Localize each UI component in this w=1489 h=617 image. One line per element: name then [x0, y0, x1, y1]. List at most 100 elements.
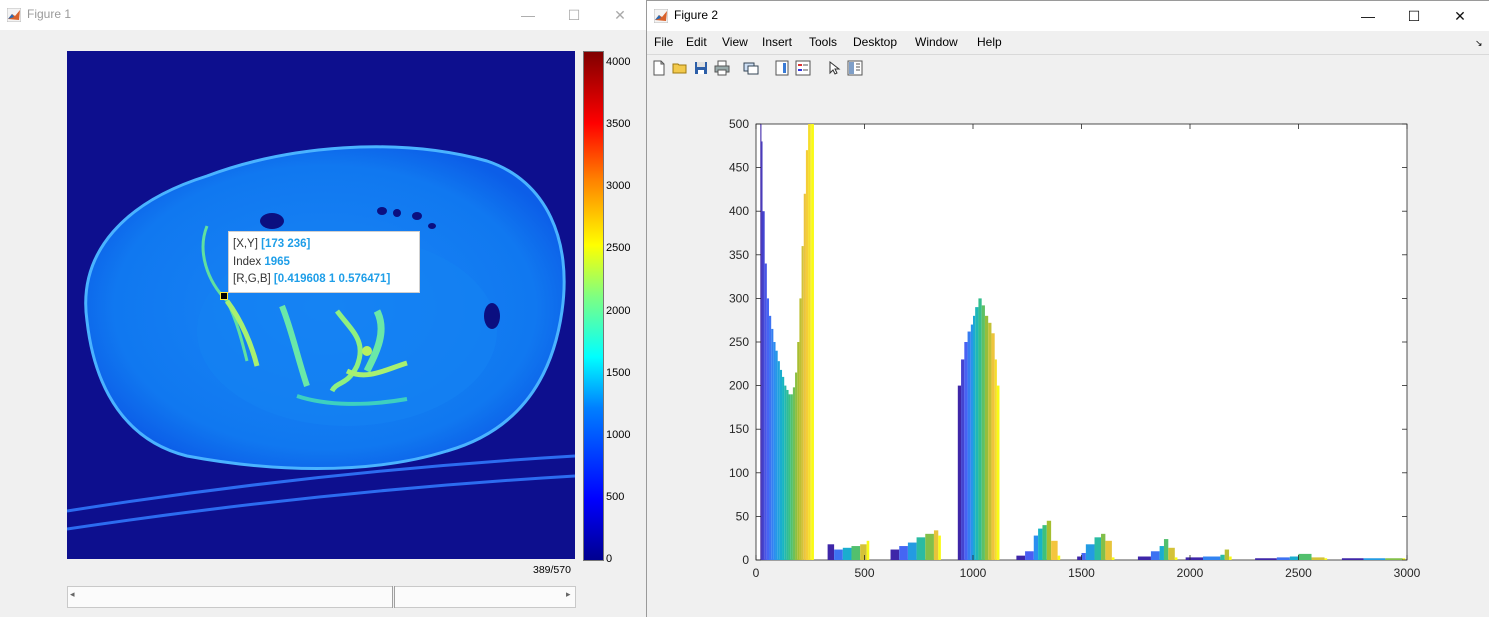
histogram-bar	[981, 305, 985, 560]
slider-thumb[interactable]	[392, 586, 395, 608]
slider-left-arrow-icon[interactable]: ◂	[70, 589, 75, 600]
histogram-bar	[775, 350, 778, 560]
histogram-bar	[991, 333, 995, 560]
histogram-bar	[1105, 540, 1112, 560]
histogram-bar	[988, 322, 992, 560]
menu-file[interactable]: File	[654, 35, 673, 49]
histogram-bar	[790, 394, 793, 560]
menu-edit[interactable]: Edit	[686, 35, 707, 49]
histogram-bar	[1111, 557, 1115, 560]
histogram-bar	[1324, 558, 1328, 560]
menu-window[interactable]: Window	[915, 35, 958, 49]
menu-bar: File Edit View Insert Tools Desktop Wind…	[647, 31, 1489, 54]
histogram-bar	[978, 298, 982, 560]
y-tick-label: 300	[729, 291, 749, 305]
print-icon[interactable]	[714, 60, 730, 76]
datatip-xy-row: [X,Y] [173 236]	[233, 236, 419, 254]
colorbar-tick-label: 3000	[606, 180, 631, 192]
datatip-marker[interactable]	[220, 292, 228, 300]
ct-slice-image[interactable]	[67, 51, 575, 559]
maximize-icon: ☐	[1407, 7, 1421, 24]
datatip-xy-label: [X,Y]	[233, 238, 258, 250]
histogram-bar	[1341, 558, 1364, 560]
maximize-button[interactable]: ☐	[551, 0, 597, 30]
datatip-rgb-row: [R,G,B] [0.419608 1 0.576471]	[233, 271, 419, 289]
y-tick-label: 150	[729, 422, 749, 436]
histogram-bar	[762, 211, 765, 560]
histogram-bar	[795, 372, 798, 560]
histogram-bar	[797, 342, 800, 560]
histogram-bar	[1085, 544, 1095, 560]
histogram-bar	[925, 533, 934, 560]
histogram-bar	[967, 331, 971, 560]
histogram-bar	[1229, 556, 1232, 560]
minimize-button[interactable]: —	[1345, 1, 1391, 31]
insert-legend-icon[interactable]	[795, 60, 811, 76]
link-plot-icon[interactable]	[743, 60, 759, 76]
histogram-bar	[1159, 546, 1164, 560]
colorbar[interactable]	[583, 51, 604, 561]
menu-insert[interactable]: Insert	[762, 35, 792, 49]
edit-plot-arrow-icon[interactable]	[826, 60, 842, 76]
save-icon[interactable]	[693, 60, 709, 76]
histogram-bar	[984, 315, 989, 560]
histogram-bar	[975, 307, 979, 560]
figure-1-titlebar: Figure 1 — ☐ ✕	[0, 0, 646, 30]
menu-help[interactable]: Help	[977, 35, 1002, 49]
histogram-bar	[1255, 558, 1277, 560]
figure-toolbar	[647, 54, 1489, 83]
histogram-bar	[1289, 556, 1299, 560]
histogram-bar	[1163, 539, 1169, 560]
y-tick-label: 50	[736, 509, 750, 523]
histogram-bar	[777, 361, 780, 560]
y-tick-label: 0	[742, 553, 749, 567]
histogram-bar	[1276, 557, 1290, 560]
dock-arrow-icon[interactable]: ↘	[1475, 38, 1483, 49]
maximize-icon: ☐	[567, 6, 581, 23]
menu-tools[interactable]: Tools	[809, 35, 837, 49]
minimize-button[interactable]: —	[505, 0, 551, 30]
histogram-bar	[842, 547, 852, 560]
histogram-bar	[1077, 556, 1082, 560]
histogram-bar	[805, 150, 809, 560]
histogram-bar	[970, 324, 973, 560]
slider-right-arrow-icon[interactable]: ▸	[566, 589, 571, 600]
histogram-bar	[792, 387, 796, 560]
slice-slider[interactable]	[67, 586, 576, 608]
histogram-bar	[1101, 533, 1106, 560]
histogram-bar	[1016, 555, 1026, 560]
histogram-bar	[827, 544, 835, 560]
histogram-bar	[801, 246, 804, 560]
colorbar-tick-label: 1500	[606, 367, 631, 379]
colorbar-tick-label: 2000	[606, 305, 631, 317]
datatip-index-label: Index	[233, 255, 262, 268]
histogram-bar	[1038, 528, 1043, 560]
histogram-bar	[810, 124, 812, 560]
histogram-bar	[761, 141, 763, 560]
close-button[interactable]: ✕	[597, 0, 643, 30]
new-figure-icon[interactable]	[651, 60, 667, 76]
histogram-bar	[957, 385, 962, 560]
histogram-bar	[1298, 553, 1312, 560]
histogram-bar	[899, 546, 908, 560]
open-file-icon[interactable]	[672, 60, 688, 76]
histogram-bar	[1025, 551, 1034, 560]
histogram-bar	[1150, 551, 1160, 560]
histogram-bar	[786, 389, 789, 560]
histogram-bar	[799, 298, 802, 560]
histogram-bar	[994, 359, 997, 560]
histogram-chart[interactable]: 0 500 1000 1500 2000 2500 3000 0 50 100 150 200 250 3…	[647, 81, 1489, 617]
histogram-bar	[771, 328, 774, 560]
property-inspector-icon[interactable]	[847, 60, 863, 76]
insert-colorbar-icon[interactable]	[774, 60, 790, 76]
datatip-box[interactable]: [X,Y] [173 236] Index 1965 [R,G,B] [0.41…	[228, 231, 420, 293]
maximize-button[interactable]: ☐	[1391, 1, 1437, 31]
colorbar-tick-label: 4000	[606, 56, 631, 68]
x-tick-label: 2000	[1177, 566, 1204, 580]
x-tick-label: 500	[854, 566, 874, 580]
menu-desktop[interactable]: Desktop	[853, 35, 897, 49]
histogram-bar	[1168, 547, 1175, 560]
close-button[interactable]: ✕	[1437, 1, 1483, 31]
y-tick-label: 450	[729, 161, 749, 175]
menu-view[interactable]: View	[722, 35, 748, 49]
